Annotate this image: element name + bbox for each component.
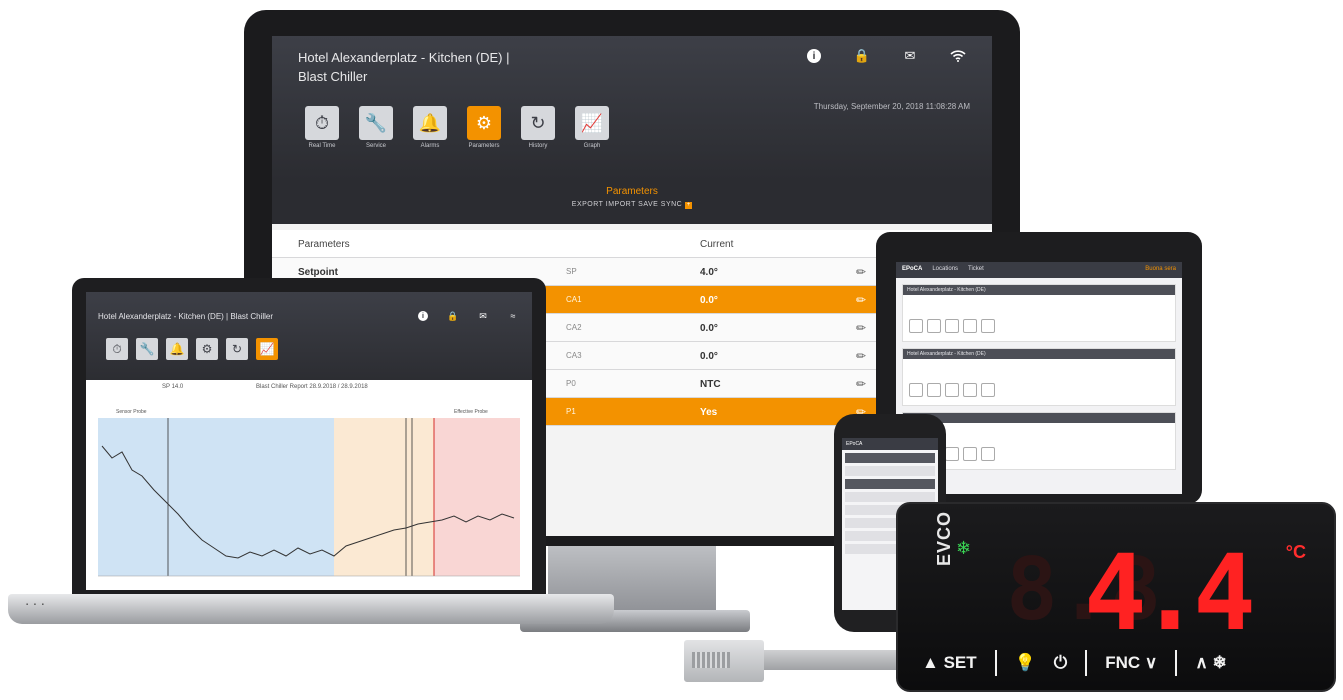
stopwatch-icon[interactable]: ⏱ [106,338,128,360]
light-button[interactable]: 💡 [1015,653,1036,673]
evco-controller: ❄ EVCO 8.8 4.4 °C ▲ SET 💡 ⏻ FNC ∨ ∧ ❄ [896,502,1336,692]
nav-service[interactable]: 🔧 Service [352,106,400,154]
lock-icon[interactable]: 🔒 [447,311,458,321]
tablet-device-card[interactable]: Hotel Alexanderplatz - Kitchen (DE) [902,348,1176,406]
wrench-icon: 🔧 [359,106,393,140]
actions-label[interactable]: EXPORT IMPORT SAVE SYNC [572,201,682,208]
set-button[interactable]: ▲ SET [922,653,977,673]
bell-icon[interactable]: 🔔 [166,338,188,360]
wifi-icon[interactable] [950,48,966,64]
rj45-plug [684,640,764,682]
datetime: Thursday, September 20, 2018 11:08:28 AM [813,102,970,111]
col-parameters: Parameters [298,239,350,250]
controller-buttons: ▲ SET 💡 ⏻ FNC ∨ ∧ ❄ [922,650,1312,676]
nav-parameters[interactable]: ⚙ Parameters [460,106,508,154]
history-icon[interactable]: ↻ [226,338,248,360]
nav-graph[interactable]: 📈 Graph [568,106,616,154]
graph-icon: 📈 [575,106,609,140]
col-current: Current [700,239,734,250]
header-icons: i 🔒 ✉ [806,48,966,64]
info-icon[interactable]: i [418,311,428,321]
main-nav: ⏱ Real Time 🔧 Service 🔔 Alarms ⚙ Parameters … [298,106,616,154]
title-line-1: Hotel Alexanderplatz - Kitchen (DE) | [298,50,510,65]
legend-right: Effective Probe [454,409,488,415]
tablet-menu-locations[interactable]: Locations [932,266,958,274]
bell-icon: 🔔 [413,106,447,140]
temperature-chart: Sensor Probe Effective Probe [98,406,520,582]
laptop-header: Hotel Alexanderplatz - Kitchen (DE) | Bl… [86,292,532,380]
lock-icon[interactable]: 🔒 [854,48,870,64]
tablet-nav-icons [909,319,995,333]
mail-icon[interactable]: ✉ [478,311,488,321]
phone-topbar: EPoCA [842,438,938,450]
info-icon[interactable]: i [806,48,822,64]
tablet-device-card[interactable]: Hotel Alexanderplatz - Kitchen (DE) [902,284,1176,342]
history-icon: ↻ [521,106,555,140]
nav-alarms[interactable]: 🔔 Alarms [406,106,454,154]
nav-history[interactable]: ↻ History [514,106,562,154]
fnc-button[interactable]: FNC ∨ [1105,653,1157,673]
section-bar: Parameters EXPORT IMPORT SAVE SYNC + [272,180,992,224]
mail-icon[interactable]: ✉ [902,48,918,64]
unit-label: °C [1285,542,1306,562]
legend-left: Sensor Probe [116,409,147,415]
phone-brand: EPoCA [846,441,863,447]
edit-icon[interactable]: ✏ [856,321,866,335]
nav-real-time[interactable]: ⏱ Real Time [298,106,346,154]
tablet-brand: EPoCA [902,266,923,272]
edit-icon[interactable]: ✏ [856,293,866,307]
add-icon[interactable]: + [685,202,693,209]
gear-icon[interactable]: ⚙ [196,338,218,360]
laptop-screen: Hotel Alexanderplatz - Kitchen (DE) | Bl… [86,292,532,590]
tablet-user[interactable]: Buona sera [1145,266,1176,274]
wifi-icon[interactable]: ≈ [508,311,518,321]
tablet-topbar: EPoCA Locations Ticket Buona sera [896,262,1182,278]
wrench-icon[interactable]: 🔧 [136,338,158,360]
snowflake-indicator-icon: ❄ [956,538,972,558]
title-line-2: Blast Chiller [298,69,368,84]
power-button[interactable]: ⏻ [1054,653,1067,673]
edit-icon[interactable]: ✏ [856,377,866,391]
laptop-nav: ⏱ 🔧 🔔 ⚙ ↻ 📈 [106,338,278,360]
tablet-nav-icons [909,383,995,397]
tablet-menu-ticket[interactable]: Ticket [968,266,984,274]
edit-icon[interactable]: ✏ [856,265,866,279]
edit-icon[interactable]: ✏ [856,349,866,363]
laptop-ports: ▪ ▪ ▪ [26,602,46,608]
evco-logo: EVCO [934,510,954,566]
gear-icon: ⚙ [467,106,501,140]
laptop-title: Hotel Alexanderplatz - Kitchen (DE) | Bl… [98,312,274,321]
section-title: Parameters [606,186,658,197]
app-header: Hotel Alexanderplatz - Kitchen (DE) | Bl… [272,36,992,180]
laptop-header-icons: i 🔒 ✉ ≈ [418,311,518,321]
laptop-base: ▪ ▪ ▪ [8,594,614,624]
page-title: Hotel Alexanderplatz - Kitchen (DE) | Bl… [298,48,598,86]
stopwatch-icon: ⏱ [305,106,339,140]
laptop-device: Hotel Alexanderplatz - Kitchen (DE) | Bl… [72,278,546,596]
graph-icon[interactable]: 📈 [256,338,278,360]
section-actions[interactable]: EXPORT IMPORT SAVE SYNC + [272,201,992,209]
temperature-display: 4.4 [1084,532,1256,654]
up-defrost-button[interactable]: ∧ ❄ [1195,653,1226,673]
